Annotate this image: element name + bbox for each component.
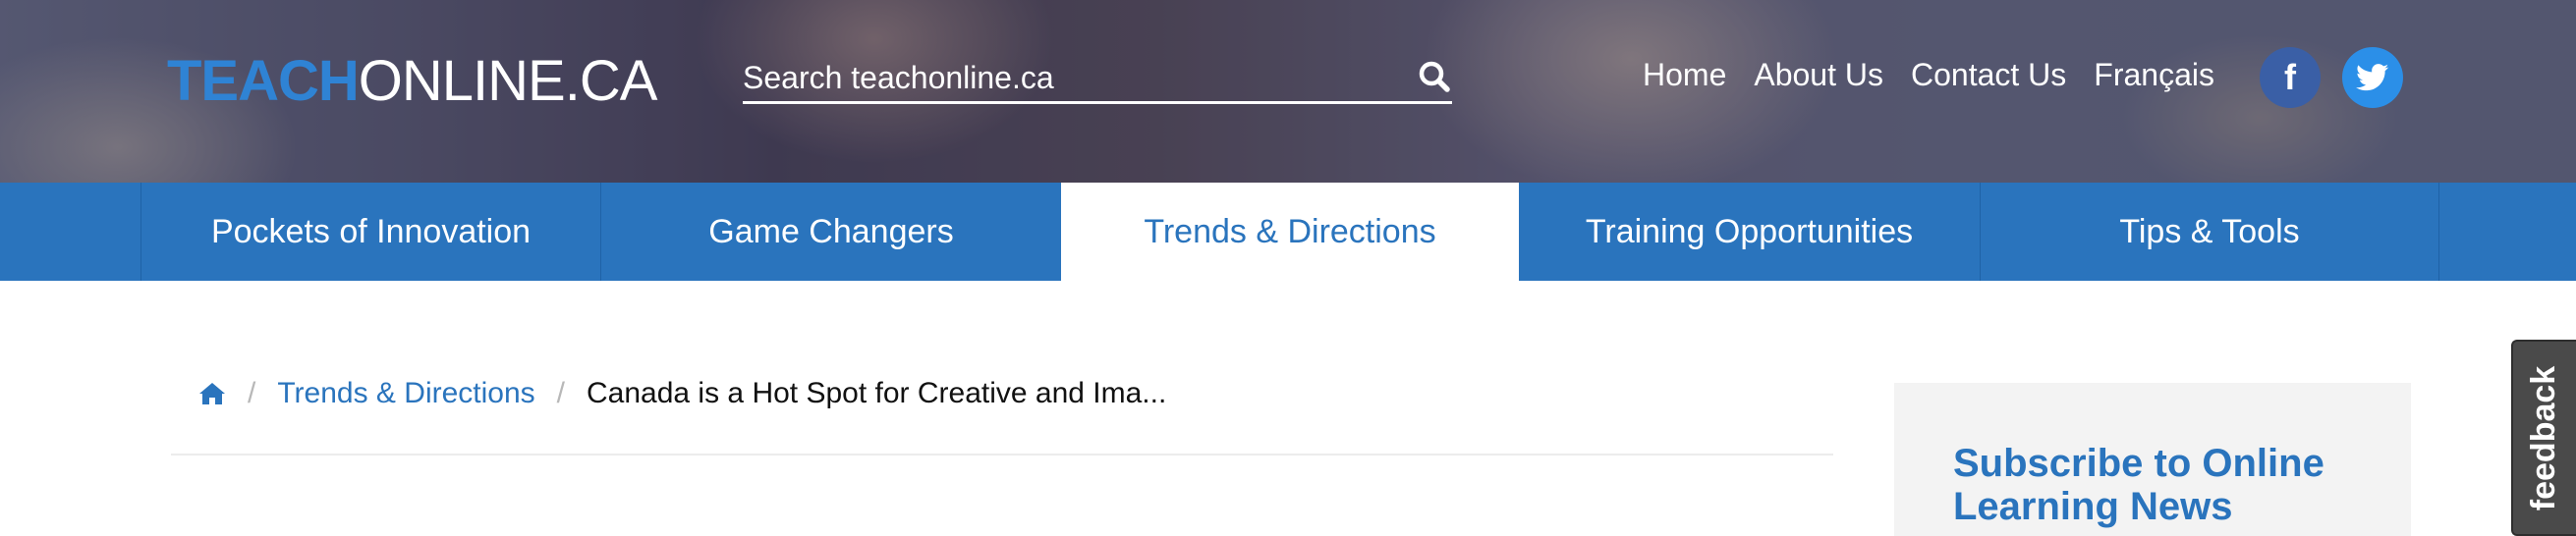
tab-label: Trends & Directions [1144, 212, 1436, 250]
feedback-tab[interactable]: feedback [2511, 340, 2576, 536]
tab-training-opportunities[interactable]: Training Opportunities [1519, 183, 1980, 281]
site-logo[interactable]: TEACHONLINE.CA [167, 47, 658, 116]
breadcrumb-current-page: Canada is a Hot Spot for Creative and Im… [587, 377, 1167, 409]
twitter-button[interactable] [2342, 47, 2403, 108]
nav-language-link[interactable]: Français [2094, 57, 2214, 93]
facebook-button[interactable]: f [2260, 47, 2321, 108]
tab-pockets-of-innovation[interactable]: Pockets of Innovation [140, 183, 600, 281]
twitter-icon [2356, 64, 2389, 91]
tab-label: Training Opportunities [1585, 212, 1914, 250]
nav-divider [2438, 183, 2439, 281]
tab-label: Pockets of Innovation [210, 212, 532, 250]
facebook-icon: f [2284, 57, 2296, 97]
feedback-label: feedback [2525, 365, 2563, 510]
subscribe-panel: Subscribe to Online Learning News [1894, 383, 2411, 536]
header-banner: TEACHONLINE.CA Home About Us Contact Us … [0, 0, 2576, 183]
breadcrumb-separator: / [248, 377, 256, 409]
tab-trends-directions[interactable]: Trends & Directions [1061, 183, 1519, 281]
home-icon[interactable] [198, 382, 226, 405]
search-bar [743, 55, 1452, 104]
logo-teach-text: TEACH [167, 49, 360, 113]
search-button[interactable] [1417, 59, 1452, 94]
top-navigation: Home About Us Contact Us Français [1643, 57, 2214, 93]
tab-game-changers[interactable]: Game Changers [600, 183, 1061, 281]
breadcrumb: / Trends & Directions / Canada is a Hot … [198, 377, 1166, 410]
subscribe-heading: Subscribe to Online Learning News [1953, 442, 2324, 528]
category-navigation: Pockets of Innovation Game Changers Tren… [0, 183, 2576, 281]
nav-about-link[interactable]: About Us [1754, 57, 1883, 93]
tab-label: Game Changers [708, 212, 954, 250]
tab-tips-tools[interactable]: Tips & Tools [1980, 183, 2438, 281]
breadcrumb-link-trends[interactable]: Trends & Directions [277, 377, 534, 410]
content-divider [171, 454, 1833, 456]
nav-contact-link[interactable]: Contact Us [1911, 57, 2066, 93]
search-input[interactable] [743, 55, 1372, 100]
search-icon [1419, 61, 1450, 92]
breadcrumb-separator: / [556, 377, 565, 409]
tab-label: Tips & Tools [2119, 212, 2300, 250]
nav-home-link[interactable]: Home [1643, 57, 1726, 93]
logo-online-text: ONLINE.CA [358, 49, 658, 113]
